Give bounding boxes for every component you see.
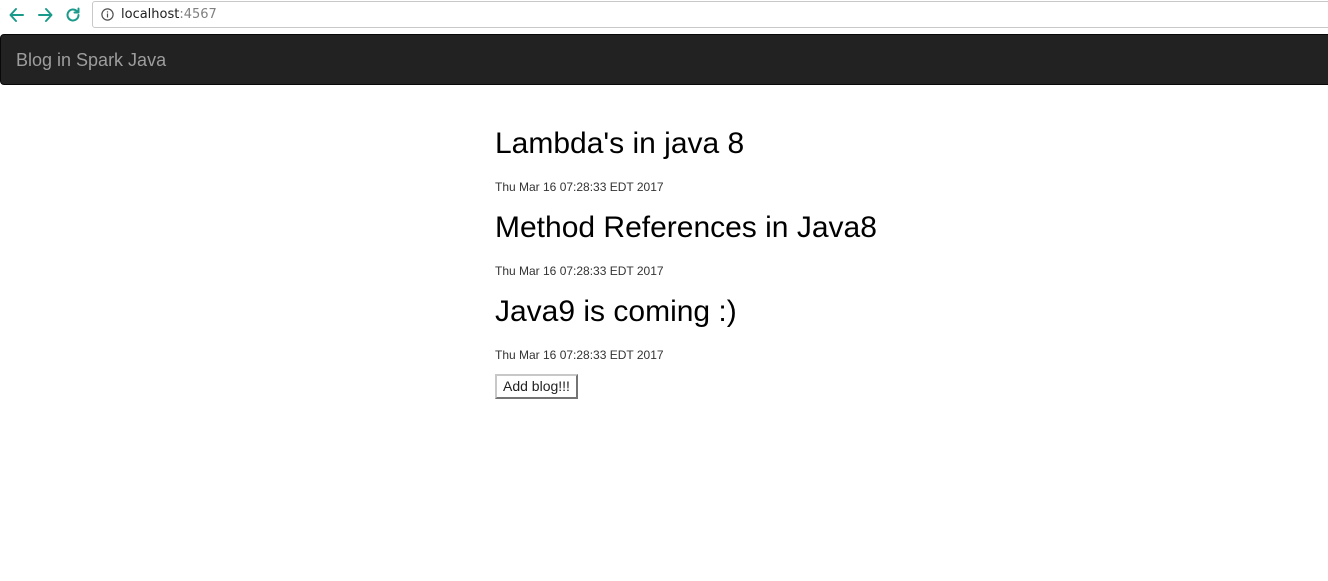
arrow-right-icon <box>36 6 54 24</box>
post-date: Thu Mar 16 07:28:33 EDT 2017 <box>495 264 664 278</box>
reload-button[interactable] <box>62 4 84 26</box>
post-title: Method References in Java8 <box>495 211 877 244</box>
navbar-brand[interactable]: Blog in Spark Java <box>16 50 166 71</box>
address-bar[interactable]: localhost:4567 <box>92 1 1328 28</box>
browser-toolbar: localhost:4567 <box>0 0 1328 33</box>
forward-button[interactable] <box>34 4 56 26</box>
blog-post: Java9 is coming :) Thu Mar 16 07:28:33 E… <box>495 288 1195 372</box>
post-title: Lambda's in java 8 <box>495 127 745 160</box>
arrow-left-icon <box>8 6 26 24</box>
post-date: Thu Mar 16 07:28:33 EDT 2017 <box>495 180 664 194</box>
url-host: localhost <box>121 7 180 22</box>
back-button[interactable] <box>6 4 28 26</box>
reload-icon <box>64 6 82 24</box>
blog-post: Method References in Java8 Thu Mar 16 07… <box>495 204 1195 288</box>
blog-list: Lambda's in java 8 Thu Mar 16 07:28:33 E… <box>495 120 1195 399</box>
navbar: Blog in Spark Java <box>0 34 1328 85</box>
blog-post: Lambda's in java 8 Thu Mar 16 07:28:33 E… <box>495 120 1195 204</box>
post-title: Java9 is coming :) <box>495 295 737 328</box>
add-blog-button[interactable]: Add blog!!! <box>495 374 578 399</box>
info-icon[interactable] <box>101 8 114 21</box>
url-text[interactable]: localhost:4567 <box>121 7 217 22</box>
url-port: :4567 <box>179 7 217 22</box>
post-date: Thu Mar 16 07:28:33 EDT 2017 <box>495 348 664 362</box>
